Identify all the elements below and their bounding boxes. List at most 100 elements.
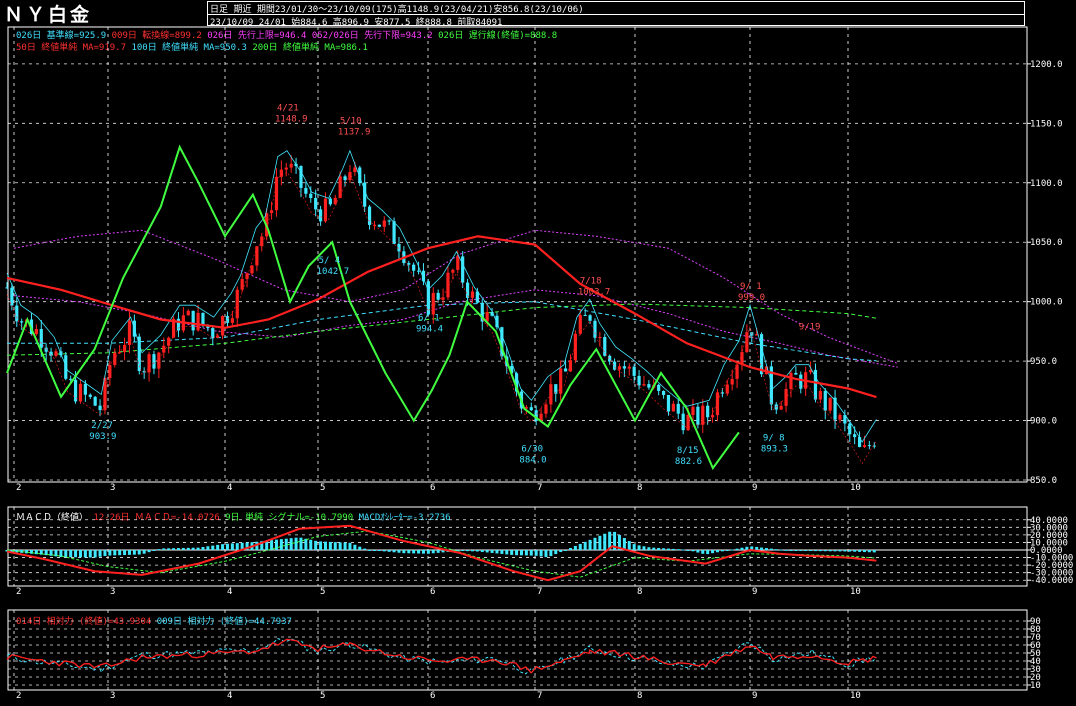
candle-body xyxy=(284,167,288,170)
macd-histogram-bar xyxy=(813,550,817,552)
price-annotation-value: 994.4 xyxy=(416,324,443,334)
candle-body xyxy=(83,383,87,395)
candle-body xyxy=(69,378,73,380)
macd-histogram-bar xyxy=(554,550,558,555)
macd-histogram-bar xyxy=(485,550,489,553)
macd-histogram-bar xyxy=(799,550,803,551)
macd-histogram-bar xyxy=(88,550,92,558)
macd-line xyxy=(6,524,877,582)
price-annotation-date: 4/21 xyxy=(277,104,299,114)
candle-body xyxy=(250,265,254,274)
macd-histogram-bar xyxy=(858,550,862,552)
macd-histogram-bar xyxy=(505,550,509,555)
macd-histogram-bar xyxy=(368,549,372,551)
candle-body xyxy=(392,221,396,244)
macd-histogram-bar xyxy=(784,549,788,551)
candle-body xyxy=(235,289,239,319)
candle-body xyxy=(676,403,680,414)
macd-histogram-bar xyxy=(186,547,190,550)
candle-body xyxy=(784,389,788,406)
rsi9-line xyxy=(6,637,877,675)
macd-histogram-bar xyxy=(127,550,131,555)
month-tick-label: 4 xyxy=(227,483,232,493)
macd-histogram-bar xyxy=(201,546,205,550)
macd-histogram-bar xyxy=(181,547,185,550)
candle-body xyxy=(848,423,852,435)
candle-body xyxy=(583,315,587,317)
macd-histogram-bar xyxy=(500,550,504,554)
price-annotation-value: 1148.9 xyxy=(275,115,308,125)
candle-body xyxy=(289,163,293,168)
macd-histogram-bar xyxy=(642,546,646,550)
candle-body xyxy=(818,390,822,400)
candle-body xyxy=(230,318,234,323)
macd-histogram-bar xyxy=(853,550,857,552)
candle-body xyxy=(299,166,303,188)
macd-histogram-bar xyxy=(162,548,166,550)
candle-body xyxy=(828,397,832,411)
candle-body xyxy=(44,347,48,352)
macd-histogram-bar xyxy=(152,550,156,551)
candle-body xyxy=(691,406,695,415)
month-tick-label: 5 xyxy=(320,483,325,493)
month-tick-label: 6 xyxy=(430,483,435,493)
macd-histogram-bar xyxy=(123,550,127,556)
candle-body xyxy=(461,256,465,283)
macd-histogram-bar xyxy=(172,548,176,550)
candle-body xyxy=(456,256,460,270)
macd-histogram-bar xyxy=(848,550,852,552)
macd-histogram-bar xyxy=(407,550,411,554)
macd-histogram-bar xyxy=(309,539,313,550)
price-annotation-value: 903.9 xyxy=(89,432,116,442)
macd-histogram-bar xyxy=(789,550,793,551)
candle-body xyxy=(563,368,568,372)
macd-histogram-bar xyxy=(157,549,161,551)
macd-histogram-bar xyxy=(74,550,78,558)
macd-histogram-bar xyxy=(421,550,425,554)
candle-body xyxy=(696,406,700,425)
price-annotation-date: 6/ 1 xyxy=(418,313,440,323)
macd-histogram-bar xyxy=(828,550,832,552)
macd-histogram-bar xyxy=(833,550,837,552)
macd-histogram-bar xyxy=(475,550,479,552)
macd-histogram-bar xyxy=(436,550,440,553)
candle-body xyxy=(201,312,205,325)
macd-histogram-bar xyxy=(142,550,146,554)
macd-histogram-bar xyxy=(755,546,759,550)
macd-histogram-bar xyxy=(235,543,239,550)
macd-histogram-bar xyxy=(779,549,783,551)
macd-histogram-bar xyxy=(632,544,636,550)
macd-histogram-bar xyxy=(93,550,97,558)
candle-body xyxy=(779,405,783,410)
candle-body xyxy=(598,337,602,339)
macd-histogram-bar xyxy=(279,539,283,550)
macd-histogram-bar xyxy=(720,550,724,552)
macd-histogram-bar xyxy=(211,545,215,550)
macd-histogram-bar xyxy=(627,541,631,550)
axis-tick-label: -40.0000 xyxy=(1030,576,1073,586)
candle-body xyxy=(671,403,675,412)
macd-histogram-bar xyxy=(725,550,729,551)
candle-body xyxy=(637,375,641,386)
candle-body xyxy=(867,445,871,447)
candle-body xyxy=(617,366,622,370)
month-tick-label: 8 xyxy=(637,691,642,701)
macd-histogram-bar xyxy=(358,546,362,550)
macd-histogram-bar xyxy=(598,535,602,550)
candle-body xyxy=(314,198,318,210)
macd-histogram-bar xyxy=(225,543,229,550)
cloud-upper-span xyxy=(13,229,898,364)
candle-body xyxy=(377,224,381,227)
macd-histogram-bar xyxy=(676,549,680,551)
month-tick-label: 9 xyxy=(752,587,757,597)
month-tick-label: 8 xyxy=(637,483,642,493)
candle-body xyxy=(367,206,372,225)
candle-body xyxy=(353,167,357,173)
macd-histogram-bar xyxy=(760,547,764,550)
macd-histogram-bar xyxy=(696,550,700,553)
macd-histogram-bar xyxy=(794,550,798,551)
macd-histogram-bar xyxy=(559,550,563,553)
candle-body xyxy=(666,394,671,412)
macd-histogram-bar xyxy=(176,548,180,550)
candle-body xyxy=(730,378,734,385)
